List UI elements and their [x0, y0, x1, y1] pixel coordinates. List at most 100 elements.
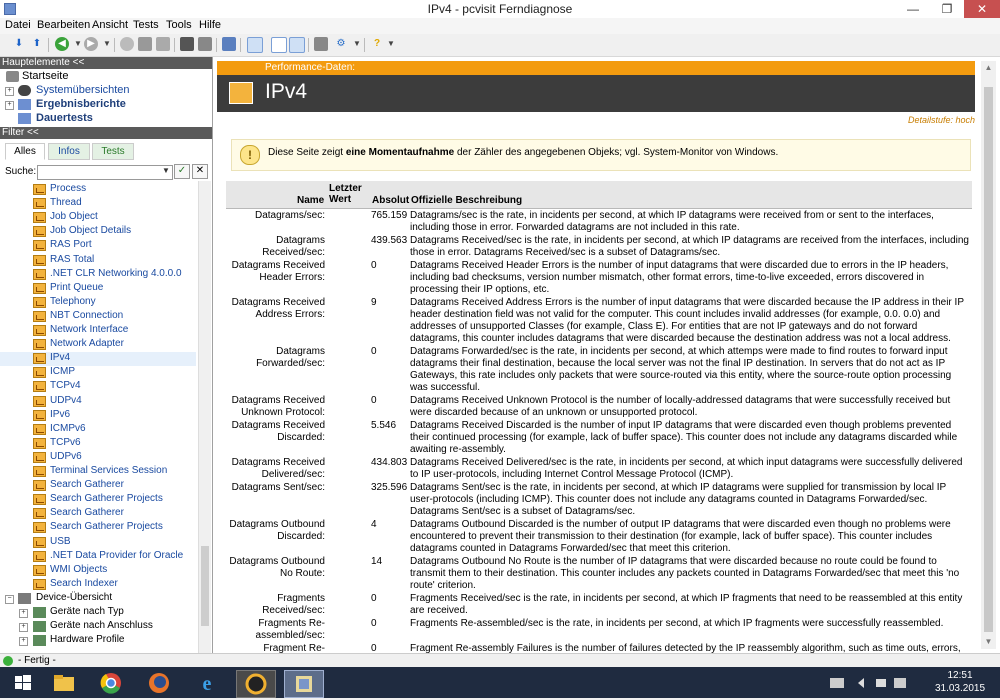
scroll-up-icon[interactable]: ▲ — [981, 63, 996, 72]
export-icon[interactable] — [156, 37, 170, 51]
performance-counter-icon — [33, 226, 46, 238]
arrow-down-icon[interactable]: ⬇ — [12, 37, 26, 51]
expand-icon[interactable]: + — [5, 87, 14, 96]
counter-description: Datagrams Received Header Errors is the … — [410, 260, 949, 295]
filter-header[interactable]: Filter << — [0, 127, 212, 139]
filter-list-item-label: IPv6 — [50, 408, 71, 420]
counter-description: Fragment Re-assembly Failures is the num… — [410, 643, 961, 653]
pcvisit-task-icon[interactable] — [236, 670, 276, 698]
firefox-icon[interactable] — [140, 670, 178, 696]
ie-icon[interactable]: e — [188, 670, 226, 696]
detail-level[interactable]: Detailstufe: hoch — [908, 115, 975, 125]
arrow-up-icon[interactable]: ⬆ — [30, 37, 44, 51]
chrome-icon[interactable] — [92, 670, 130, 696]
search-clear-icon[interactable]: ✕ — [192, 164, 208, 179]
status-text: - Fertig - — [18, 655, 56, 666]
performance-counter-icon — [33, 254, 46, 266]
eye-icon — [18, 85, 31, 96]
performance-counter-icon — [33, 536, 46, 548]
filter-list-item[interactable]: IPv4 — [0, 352, 196, 367]
search-apply-icon[interactable]: ✓ — [174, 164, 190, 179]
menu-hilfe[interactable]: Hilfe — [199, 19, 221, 31]
help-icon[interactable]: ? — [370, 37, 384, 51]
filter-list-item-label: Print Queue — [50, 281, 104, 293]
search-label: Suche: — [5, 166, 37, 177]
left-scrollbar-thumb[interactable] — [201, 546, 209, 626]
view-detail-icon[interactable] — [289, 37, 305, 53]
search-input[interactable] — [37, 165, 173, 180]
info-icon: ! — [240, 145, 260, 165]
stop-icon[interactable] — [120, 37, 134, 51]
counter-description: Datagrams/sec is the rate, in incidents … — [410, 210, 934, 233]
windows-start-icon[interactable] — [4, 670, 42, 696]
back-dropdown-icon[interactable]: ▼ — [71, 37, 85, 51]
counter-description: Datagrams Received Unknown Protocol is t… — [410, 395, 951, 418]
left-panel: Hauptelemente << Startseite + Systemüber… — [0, 57, 213, 653]
save-icon[interactable] — [180, 37, 194, 51]
forward-icon[interactable]: ▶ — [84, 37, 98, 51]
print-icon[interactable] — [198, 37, 212, 51]
performance-counter-icon — [33, 184, 46, 195]
tab-alles[interactable]: Alles — [5, 143, 45, 160]
back-icon[interactable]: ◀ — [55, 37, 69, 51]
restore-button[interactable]: ❐ — [932, 0, 962, 18]
status-ok-icon — [3, 656, 13, 666]
info-notice: ! Diese Seite zeigt eine Momentaufnahme … — [231, 139, 971, 171]
filter-list-item-label: ICMPv6 — [50, 422, 86, 434]
filter-list-item-label: Network Interface — [50, 324, 129, 335]
filter-list-item-label: USB — [50, 535, 71, 547]
content-scrollbar-thumb[interactable] — [984, 87, 993, 632]
clock[interactable]: 12:51 31.03.2015 — [930, 669, 990, 695]
filter-list-item-label: .NET CLR Networking 4.0.0.0 — [50, 267, 182, 279]
menu-bearbeiten[interactable]: Bearbeiten — [37, 19, 90, 31]
expand-icon[interactable]: + — [19, 637, 28, 647]
collapse-icon[interactable]: − — [5, 594, 14, 604]
expand-icon[interactable]: + — [19, 609, 28, 618]
menu-tools[interactable]: Tools — [166, 19, 192, 31]
filter-list-item-label: Search Indexer — [50, 577, 118, 589]
counter-description: Datagrams Received Address Errors is the… — [410, 297, 964, 344]
explorer-icon[interactable] — [44, 670, 82, 696]
left-scrollbar[interactable] — [198, 181, 211, 653]
tab-tests[interactable]: Tests — [92, 143, 134, 160]
performance-counter-icon — [33, 578, 46, 590]
filter-list-item-label: UDPv6 — [50, 450, 82, 462]
column-last-value: Letzter Wert — [329, 183, 362, 205]
window-title: IPv4 - pcvisit Ferndiagnose — [427, 2, 573, 16]
performance-counter-icon — [33, 296, 46, 308]
run-test-icon[interactable] — [222, 37, 236, 51]
tools-dropdown-icon[interactable]: ▼ — [350, 37, 364, 51]
expand-icon[interactable]: + — [5, 101, 14, 110]
scroll-down-icon[interactable]: ▼ — [981, 637, 996, 646]
main-elements-header[interactable]: Hauptelemente << — [0, 57, 212, 69]
tray-icons[interactable] — [830, 676, 920, 690]
tab-infos[interactable]: Infos — [48, 143, 90, 160]
forward-dropdown-icon[interactable]: ▼ — [100, 37, 114, 51]
performance-counter-icon — [33, 353, 46, 365]
refresh-icon[interactable] — [138, 37, 152, 51]
menu-tests[interactable]: Tests — [133, 19, 159, 31]
view-list-icon[interactable] — [271, 37, 287, 53]
filter-list-item-label: IPv4 — [50, 352, 71, 364]
performance-counter-icon — [33, 198, 46, 210]
tools-icon[interactable]: ⚙ — [334, 37, 348, 51]
view-tree-icon[interactable] — [247, 37, 263, 53]
report-icon — [18, 99, 31, 110]
search-dropdown-icon[interactable]: ▼ — [162, 166, 170, 175]
expand-icon[interactable]: + — [19, 623, 28, 633]
settings-icon[interactable] — [314, 37, 328, 51]
minimize-button[interactable]: — — [898, 0, 928, 18]
counter-description: Datagrams Received Delivered/sec is the … — [410, 457, 963, 480]
page-header: IPv4 — [217, 75, 975, 112]
close-button[interactable]: ✕ — [964, 0, 1000, 18]
menu-ansicht[interactable]: Ansicht — [92, 19, 128, 31]
counter-description: Datagrams Outbound Discarded is the numb… — [410, 519, 951, 554]
table-header: Name Letzter Wert Absolut Offizielle Bes… — [226, 181, 972, 209]
menu-datei[interactable]: Datei — [5, 19, 31, 31]
help-dropdown-icon[interactable]: ▼ — [384, 37, 398, 51]
counter-name: Datagrams Sent/sec: — [231, 482, 325, 493]
ferndiagnose-task-icon[interactable] — [284, 670, 324, 698]
counter-name: Datagrams Received Address Errors: — [231, 297, 325, 320]
performance-counter-icon — [33, 339, 46, 351]
content-scrollbar[interactable]: ▲ ▼ — [981, 61, 996, 649]
